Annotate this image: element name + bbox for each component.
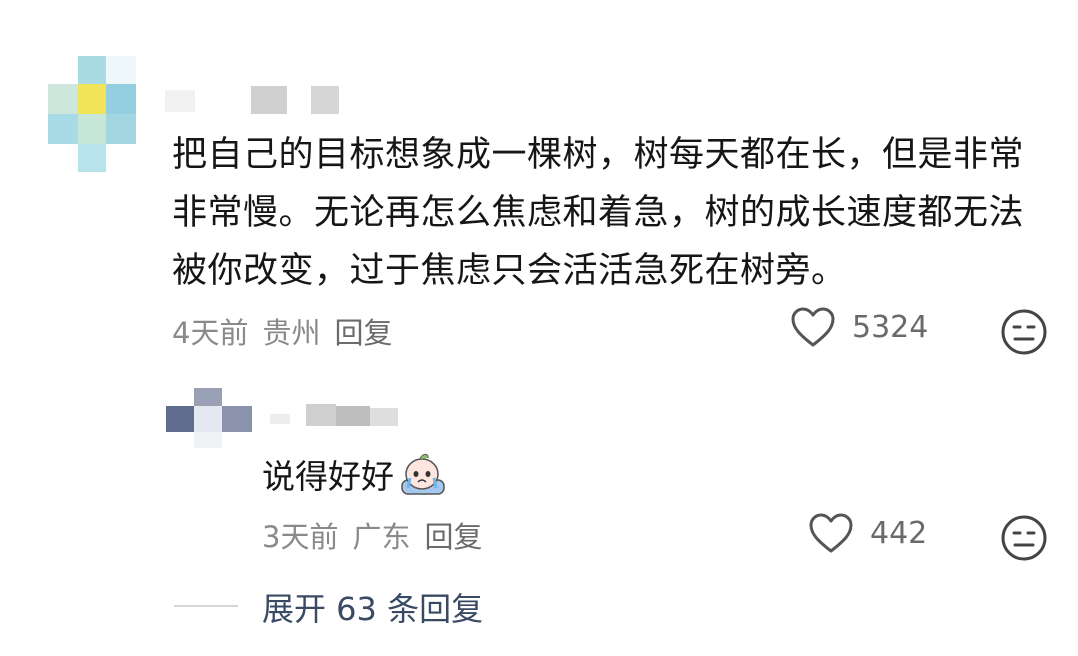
comment-meta: 4天前 贵州 回复 (172, 310, 392, 352)
like-count: 5324 (852, 309, 929, 345)
like-button[interactable]: 5324 (790, 306, 928, 348)
meh-face-icon[interactable] (1000, 514, 1048, 562)
comment-text: 把自己的目标想象成一棵树，树每天都在长，但是非常非常慢。无论再怎么焦虑和着急，树… (172, 135, 1025, 291)
avatar[interactable] (166, 388, 252, 448)
heart-icon (809, 513, 853, 553)
reply-button[interactable]: 回复 (334, 310, 392, 352)
expand-divider (174, 605, 238, 607)
heart-icon (791, 307, 835, 347)
username-blurred[interactable] (270, 402, 410, 428)
username-blurred[interactable] (165, 86, 345, 114)
like-count: 442 (870, 515, 928, 551)
reply-location: 广东 (352, 520, 411, 554)
reply-text: 说得好好 (262, 457, 394, 496)
like-button[interactable]: 442 (808, 512, 927, 554)
reply-text-row: 说得好好 (262, 450, 448, 498)
crying-peach-emoji-icon (401, 453, 445, 495)
reply-meta: 3天前 广东 回复 (262, 514, 482, 556)
comment-time: 4天前 (172, 316, 249, 350)
meh-face-icon[interactable] (1000, 308, 1048, 356)
reply-time: 3天前 (262, 520, 339, 554)
comment-location: 贵州 (262, 316, 321, 350)
expand-replies-button[interactable]: 展开 63 条回复 (262, 584, 483, 630)
reply-button[interactable]: 回复 (424, 514, 482, 556)
avatar[interactable] (48, 56, 136, 172)
